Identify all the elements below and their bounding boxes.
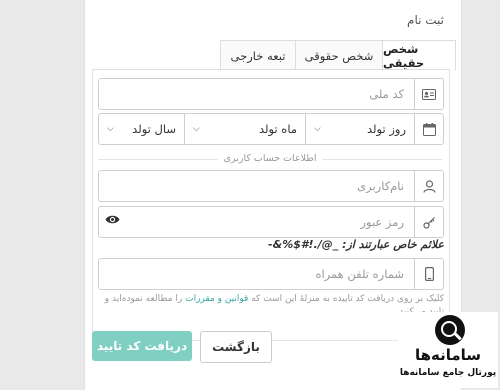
tab-foreign-national[interactable]: تبعه خارجی [220,40,296,70]
logo-name: سامانه‌ها [414,346,482,364]
site-logo: سامانه‌ها پورتال جامع سامانه‌ها [398,312,498,388]
tab-natural-person[interactable]: شخص حقیقی [382,40,456,71]
phone-input[interactable]: شماره تلفن همراه [99,259,414,289]
terms-text-before: کلیک بر روی دریافت کد تاییده به منزلهٔ ا… [248,294,444,304]
phone-field[interactable]: شماره تلفن همراه [98,258,444,290]
password-input[interactable]: رمز عبور [99,207,414,237]
terms-link[interactable]: قوانین و مقررات [185,294,248,304]
magnifier-icon [435,315,465,345]
terms-notice: کلیک بر روی دریافت کد تاییده به منزلهٔ ا… [104,293,444,319]
birth-year-label: سال تولد [132,122,176,136]
birth-month-label: ماه تولد [258,122,297,136]
username-input[interactable]: نام‌کاربری [99,171,414,201]
chevron-down-icon: ⌵ [193,124,200,134]
eye-icon[interactable] [105,214,120,228]
user-icon [414,171,443,201]
national-code-field[interactable]: کد ملی [98,78,444,110]
key-icon [414,207,443,237]
username-field[interactable]: نام‌کاربری [98,170,444,202]
special-characters-note: علائم خاص عبارتند از: _@/.!#$%&- [268,238,444,251]
person-type-tabs: شخص حقیقی شخص حقوقی تبعه خارجی [120,40,456,71]
national-code-input[interactable]: کد ملی [99,79,414,109]
password-placeholder: رمز عبور [360,215,404,229]
account-section-divider: اطلاعات حساب کاربری [98,153,442,165]
chevron-down-icon: ⌵ [107,124,114,134]
birth-year-select[interactable]: سال تولد ⌵ [99,114,184,144]
get-verification-code-button[interactable]: دریافت کد تایید [92,331,192,361]
form-title: ثبت نام [407,13,444,27]
logo-subtitle: پورتال جامع سامانه‌ها [399,368,497,378]
birth-day-select[interactable]: روز تولد ⌵ [305,114,414,144]
password-field[interactable]: رمز عبور [98,206,444,238]
id-card-icon [414,79,443,109]
birth-date-field: روز تولد ⌵ ماه تولد ⌵ سال تولد ⌵ [98,113,444,145]
calendar-icon [414,114,443,144]
account-section-label: اطلاعات حساب کاربری [217,153,323,164]
birth-day-label: روز تولد [367,122,406,136]
mobile-icon [414,259,443,289]
chevron-down-icon: ⌵ [314,124,321,134]
back-button[interactable]: بازگشت [200,331,272,363]
birth-month-select[interactable]: ماه تولد ⌵ [184,114,305,144]
tab-legal-person[interactable]: شخص حقوقی [295,40,383,70]
